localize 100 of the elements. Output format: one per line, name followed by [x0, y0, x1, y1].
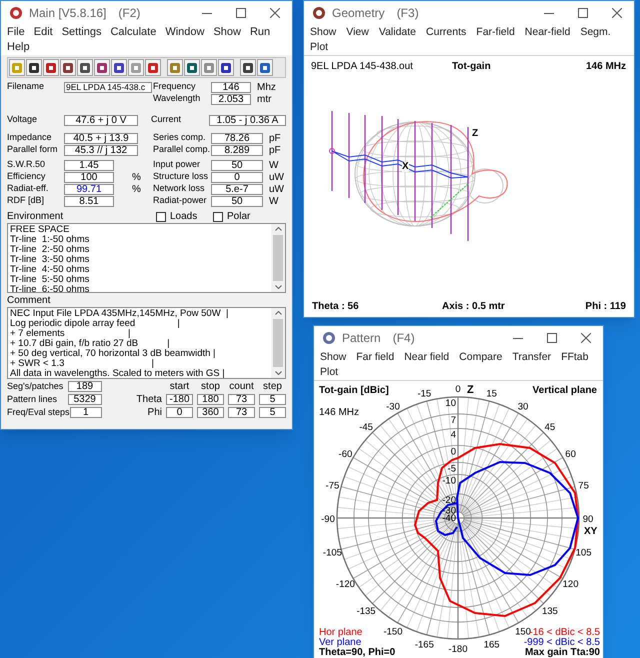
column-header: start: [168, 380, 190, 394]
tool-icon: [96, 62, 108, 74]
hotkey-label: (F3): [396, 5, 419, 22]
value-field: 180: [197, 394, 224, 405]
toolbar-button[interactable]: [218, 59, 234, 76]
unit-label: W: [269, 158, 278, 172]
checkbox[interactable]: [213, 212, 223, 222]
maximize-icon: [547, 333, 557, 343]
menu-item[interactable]: Segm.: [580, 25, 611, 40]
menu-item[interactable]: Calculate: [110, 25, 156, 40]
value-field: 146: [211, 82, 251, 92]
row-label: Phi: [146, 406, 162, 420]
angle-label: 90: [582, 514, 594, 525]
tool-icon: [259, 62, 271, 74]
menu-item[interactable]: View: [346, 25, 369, 40]
menu-item[interactable]: Window: [165, 25, 204, 40]
value-field: 189: [68, 381, 102, 392]
close-icon: [581, 333, 591, 343]
field-label: Parallel form: [7, 143, 59, 156]
toolbar-button[interactable]: [184, 59, 200, 76]
hotkey-label: (F2): [118, 5, 140, 22]
tool-icon: [169, 62, 181, 74]
menu-item[interactable]: Show: [213, 25, 241, 40]
angle-label: -90: [321, 514, 335, 525]
menu-item[interactable]: Compare: [459, 350, 502, 365]
angle-label: -165: [414, 640, 434, 651]
value-field: 5: [259, 407, 286, 418]
checkbox-label: Loads: [170, 210, 198, 224]
angle-label: -180: [448, 644, 468, 655]
field-label: Network loss: [153, 182, 206, 196]
toolbar-button[interactable]: [111, 59, 127, 76]
scrollbar[interactable]: [271, 308, 285, 378]
axis-label: X: [402, 162, 409, 172]
tool-icon: [45, 62, 57, 74]
angle-label: -75: [326, 480, 340, 492]
unit-label: pF: [269, 132, 281, 146]
angle-label: 30: [518, 401, 528, 412]
menu-item[interactable]: File: [7, 25, 25, 40]
value-field: 73: [228, 394, 255, 405]
toolbar-button[interactable]: [26, 59, 42, 76]
frequency-label: 146 MHz: [586, 60, 626, 74]
angle-label: 135: [542, 606, 558, 617]
menu-item[interactable]: Show: [320, 350, 346, 365]
unit-label: mtr: [257, 92, 272, 106]
list-line: NEC Input File LPDA 435MHz,145MHz, Pow 50W |: [10, 309, 230, 319]
field-label: Voltage: [7, 113, 38, 126]
checkbox-label: Polar: [227, 210, 250, 224]
value-field: 50: [211, 196, 263, 206]
axis-scale-label: Axis : 0.5 mtr: [442, 300, 505, 314]
menu-item[interactable]: Transfer: [512, 350, 552, 365]
value-field: 100: [64, 172, 114, 182]
menu-item[interactable]: Show: [310, 25, 336, 40]
toolbar-button[interactable]: [94, 59, 110, 76]
menu-item[interactable]: Help: [7, 40, 30, 55]
app-icon: [322, 331, 336, 345]
menu-item[interactable]: Plot: [310, 40, 328, 55]
toolbar-button[interactable]: [257, 59, 273, 76]
scrollbar[interactable]: [271, 224, 285, 292]
menu-item[interactable]: Far field: [356, 350, 394, 365]
list-line: Tr-line 4:-50 ohms: [10, 265, 90, 275]
value-field: 47.6 + j 0 V: [64, 114, 138, 126]
legend-label: Ver plane: [319, 638, 362, 648]
tool-icon: [220, 62, 232, 74]
tool-icon: [62, 62, 74, 74]
menu-item[interactable]: Edit: [34, 25, 53, 40]
toolbar-button[interactable]: [77, 59, 93, 76]
menu-item[interactable]: Far-field: [476, 25, 515, 40]
value-field: 40.5 + j 13.9: [64, 132, 138, 144]
checkbox[interactable]: [156, 212, 166, 222]
value-field: 360: [197, 407, 224, 418]
field-label: Structure loss: [153, 170, 210, 184]
max-gain-label: Max gain Tta:90: [524, 648, 600, 658]
app-icon: [312, 6, 326, 20]
toolbar-button[interactable]: [240, 59, 256, 76]
list-line: All data in wavelengths. Scaled to meters with GS |: [10, 369, 226, 378]
toolbar-button[interactable]: [60, 59, 76, 76]
menu-item[interactable]: Run: [250, 25, 270, 40]
angle-label: 75: [578, 480, 589, 492]
axis-label: XY: [584, 526, 598, 537]
menu-item[interactable]: Validate: [378, 25, 416, 40]
menu-item[interactable]: Currents: [426, 25, 466, 40]
list-line: Tr-line 5:-50 ohms: [10, 275, 90, 285]
value-field: 50: [211, 160, 263, 170]
value-field: 5.e-7: [211, 184, 263, 194]
toolbar-button[interactable]: [43, 59, 59, 76]
field-label: Impedance: [7, 131, 53, 144]
angle-label: 150: [515, 626, 531, 638]
minimize-icon: [202, 12, 212, 14]
menu-item[interactable]: FFtab: [561, 350, 588, 365]
menu-item[interactable]: Near-field: [524, 25, 570, 40]
value-field: 1.05 - j 0.36 A: [209, 114, 286, 126]
axis-label: Z: [467, 384, 474, 396]
menu-item[interactable]: Near field: [404, 350, 450, 365]
tool-icon: [28, 62, 40, 74]
section-label: Comment: [7, 295, 52, 307]
menu-item[interactable]: Settings: [62, 25, 102, 40]
menu-item[interactable]: Plot: [320, 365, 338, 380]
value-field: 99.71: [64, 184, 114, 194]
ring-label: -10: [442, 475, 456, 486]
angle-label: -150: [384, 626, 402, 638]
